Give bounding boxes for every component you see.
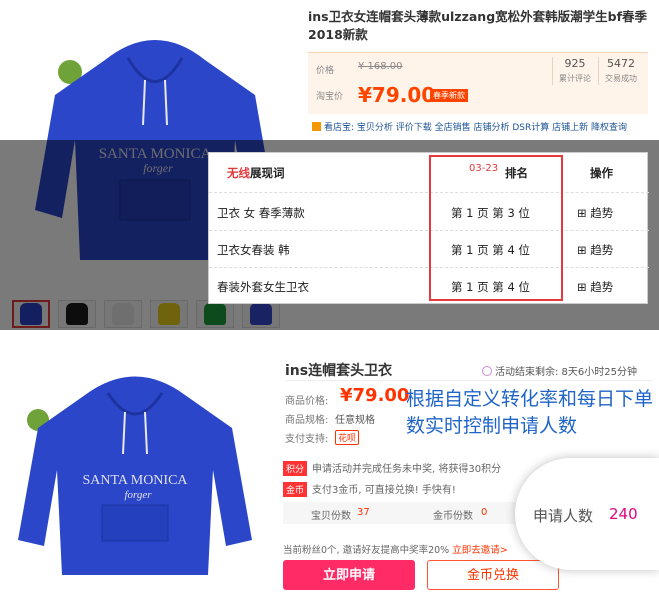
invite-row: 当前粉丝0个, 邀请好友提高中奖率20% 立即去邀请> (283, 542, 508, 556)
clock-icon (482, 366, 492, 376)
reviews-label: 累计评论 (559, 74, 591, 83)
action-header: 操作 (590, 166, 613, 180)
spec-value: 任意规格 (335, 415, 375, 426)
payment-label: 支付支持: (285, 434, 329, 445)
rank-date: 03-23 (469, 163, 499, 174)
trial-activity-panel: SANTA MONICA forger ins连帽套头卫衣 活动结束剩余: 8天… (0, 340, 659, 609)
divider (285, 380, 653, 381)
store-tools-text: 看店宝: 宝贝分析 评价下载 全店销售 店铺分析 DSR计算 店铺上新 降权查询 (324, 123, 627, 133)
countdown: 活动结束剩余: 8天6小时25分钟 (482, 363, 637, 378)
taobao-price-label: 淘宝价 (316, 92, 344, 102)
activity-price: ¥79.00 (340, 385, 410, 406)
annotation-note: 根据自定义转化率和每日下单数实时控制申请人数 (406, 388, 654, 437)
invite-text: 当前粉丝0个, 邀请好友提高中奖率20% (283, 545, 450, 556)
spec-label: 商品规格: (285, 415, 329, 426)
price-box: 价格 ¥ 168.00 淘宝价 ¥79.00 春季新款 925 累计评论 547… (308, 52, 648, 114)
coin-tag: 金币 (283, 482, 308, 497)
trend-link[interactable]: ⊞ 趋势 (577, 205, 613, 221)
applicants-label: 申请人数 (533, 507, 594, 525)
price-label: 价格 (316, 66, 335, 76)
checkbox-icon (312, 122, 321, 131)
trend-link[interactable]: ⊞ 趋势 (577, 279, 613, 295)
rank-keyword: 春装外套女生卫衣 (217, 280, 309, 294)
top-product-panel: SANTA MONICA forger ins卫衣女连帽套头薄款ulzzang宽… (0, 0, 659, 330)
coin-stock-value: 0 (481, 507, 488, 518)
invite-link[interactable]: 立即去邀请> (452, 545, 507, 556)
rank-keyword: 卫衣 女 春季薄款 (217, 206, 305, 220)
stock-value: 37 (357, 507, 370, 518)
points-row: 积分 申请活动并完成任务未中奖, 将获得30积分 (283, 460, 501, 476)
original-price: ¥ 168.00 (358, 61, 403, 72)
keyword-rank-card: 无线展现词 排名 操作 卫衣 女 春季薄款 第 1 页 第 3 位 ⊞ 趋势 卫… (208, 152, 649, 304)
activity-product-image: SANTA MONICA forger (10, 350, 260, 590)
applicants-count: 240 (609, 505, 638, 523)
coin-text: 支付3金币, 可直接兑换! 手快有! (312, 485, 456, 496)
taobao-price: ¥79.00 (358, 83, 436, 107)
coin-exchange-button[interactable]: 金币兑换 (427, 560, 559, 590)
sales-label: 交易成功 (605, 74, 637, 83)
hoodie-print-line1: SANTA MONICA (82, 473, 188, 488)
price-label: 商品价格: (285, 396, 329, 407)
coin-stock-label: 金币份数 (433, 511, 473, 522)
stock-label: 宝贝份数 (311, 511, 351, 522)
product-title: ins卫衣女连帽套头薄款ulzzang宽松外套韩版潮学生bf春季2018新款 (308, 9, 648, 42)
rank-keyword: 卫衣女春装 韩 (217, 243, 290, 257)
store-tools-bar[interactable]: 看店宝: 宝贝分析 评价下载 全店销售 店铺分析 DSR计算 店铺上新 降权查询 (312, 120, 652, 133)
reviews-count: 925 (564, 57, 586, 70)
hoodie-print-line2: forger (124, 489, 152, 501)
activity-title: ins连帽套头卫衣 (285, 363, 393, 379)
keyword-header: 无线展现词 (227, 166, 285, 180)
season-tag: 春季新款 (430, 89, 468, 102)
coin-row: 金币 支付3金币, 可直接兑换! 手快有! (283, 481, 456, 497)
sales-count: 5472 (607, 57, 635, 70)
apply-button[interactable]: 立即申请 (283, 560, 415, 590)
rank-highlight-box (429, 155, 563, 301)
applicants-callout: 申请人数 240 (515, 458, 659, 570)
huabei-badge: 花呗 (335, 430, 360, 445)
points-text: 申请活动并完成任务未中奖, 将获得30积分 (312, 464, 502, 475)
points-tag: 积分 (283, 461, 308, 476)
trend-link[interactable]: ⊞ 趋势 (577, 242, 613, 258)
